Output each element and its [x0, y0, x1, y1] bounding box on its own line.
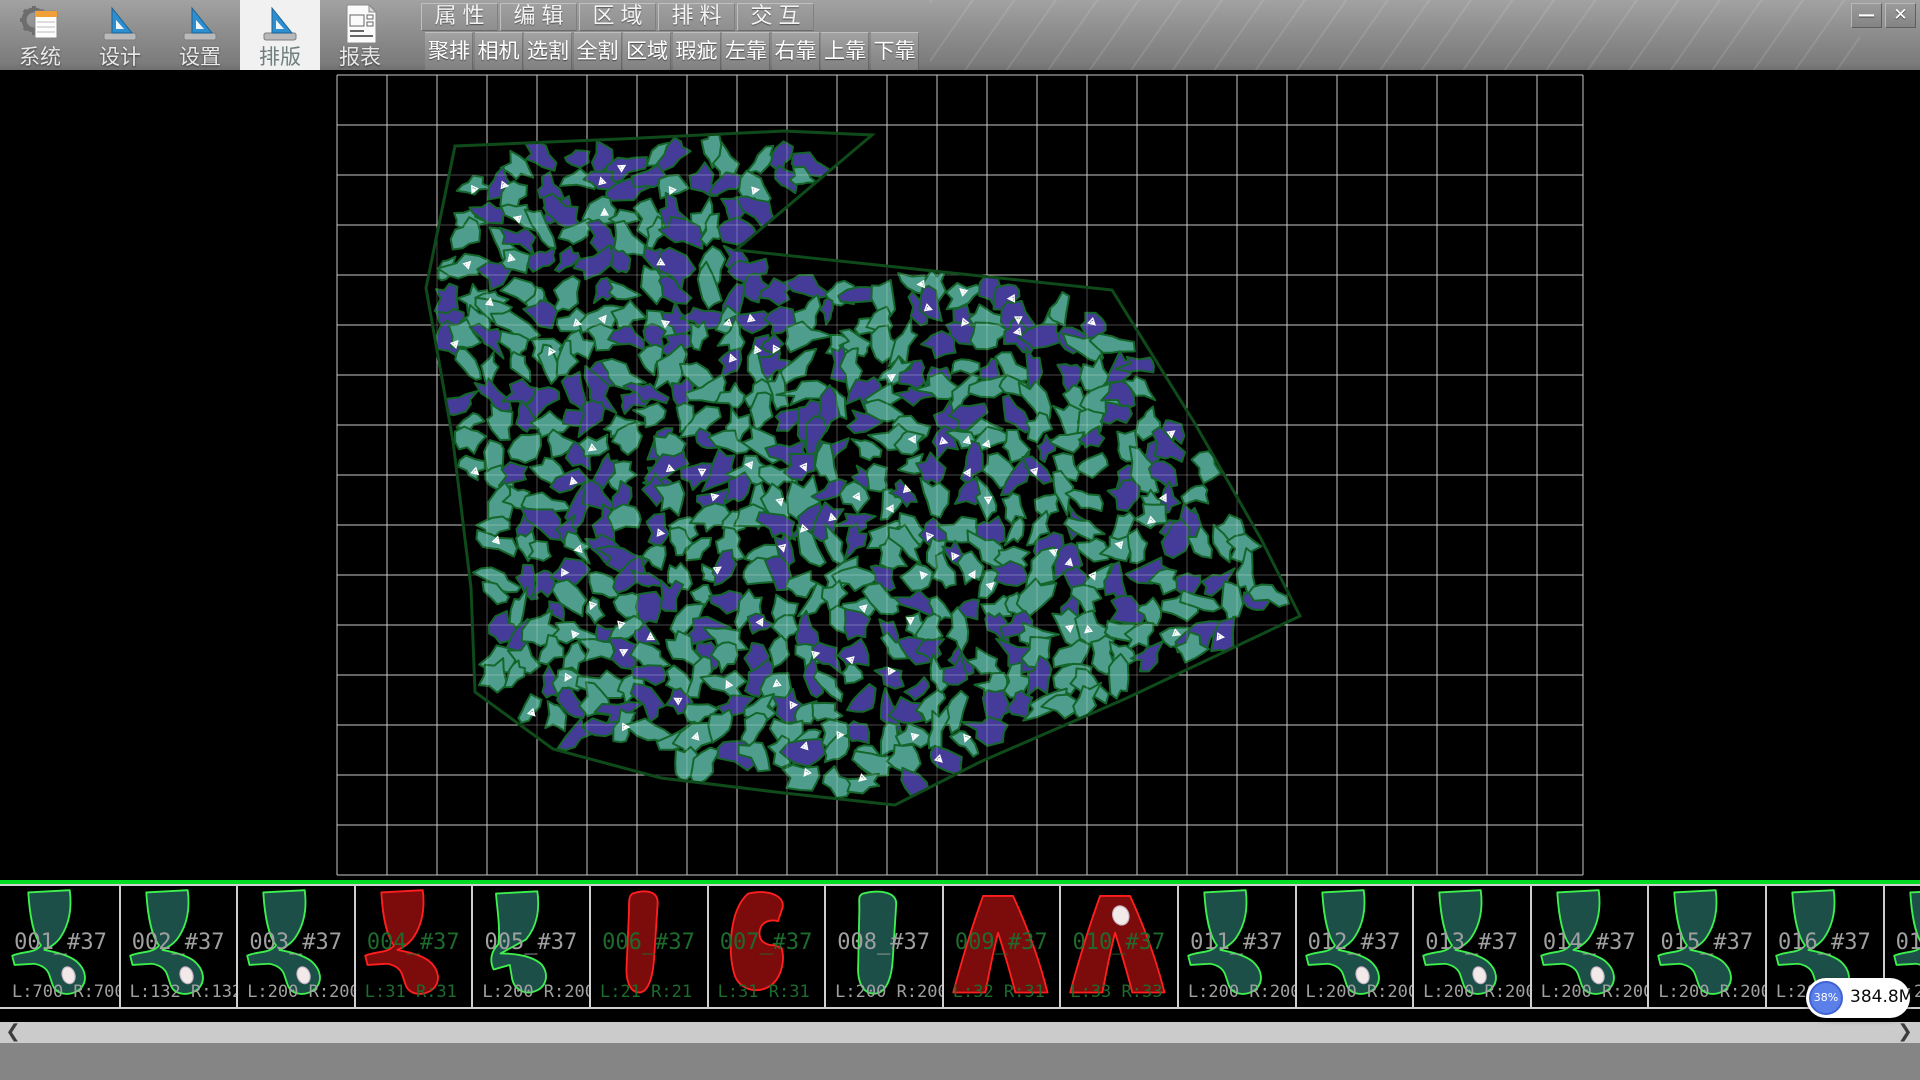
piece-id-label: 002_#37	[121, 930, 236, 955]
tool-cut-all[interactable]: 全割	[574, 32, 622, 70]
tool-button-row: 聚排相机选割全割区域瑕疵左靠右靠上靠下靠	[425, 32, 920, 70]
big-button-label: 系统	[19, 46, 61, 68]
big-button-report[interactable]: 报表	[320, 0, 400, 70]
memory-percent-indicator: 38%	[1809, 981, 1843, 1015]
piece-lr-count: L:200 R:200	[835, 982, 944, 1002]
piece-lr-count: L:32 R:31	[953, 982, 1045, 1002]
minimize-button[interactable]: —	[1851, 3, 1882, 28]
thumbnail-001_#37[interactable]: 001_#37 L:700 R:700	[3, 886, 121, 1007]
tool-snap-left[interactable]: 左靠	[722, 32, 770, 70]
piece-lr-count: L:31 R:31	[718, 982, 810, 1002]
big-button-layout[interactable]: 排版	[240, 0, 320, 70]
piece-lr-count: L:200 R:200	[1306, 982, 1415, 1002]
menu-bar: 属性编辑区域排料交互	[421, 3, 816, 31]
piece-lr-count: L:200 R:200	[1541, 982, 1650, 1002]
piece-id-label: 003_#37	[238, 930, 353, 955]
menu-region[interactable]: 区域	[579, 3, 656, 31]
big-button-label: 排版	[259, 46, 301, 68]
piece-id-label: 007_#37	[709, 930, 824, 955]
thumbnail-009_#37[interactable]: 009_#37 L:32 R:31	[944, 886, 1062, 1007]
scroll-right-arrow-icon[interactable]: ❯	[1894, 1022, 1916, 1043]
tool-snap-bottom[interactable]: 下靠	[871, 32, 919, 70]
nesting-canvas[interactable]	[0, 70, 1920, 880]
nesting-app-window: { "window": { "controls": [ {"name": "mi…	[0, 0, 1920, 1080]
menu-interact[interactable]: 交互	[737, 3, 814, 31]
big-button-label: 设计	[99, 46, 141, 68]
piece-id-label: 014_#37	[1532, 930, 1647, 955]
piece-lr-count: L:31 R:31	[365, 982, 457, 1002]
tool-cluster-nest[interactable]: 聚排	[425, 32, 473, 70]
piece-id-label: 012_#37	[1297, 930, 1412, 955]
menu-properties[interactable]: 属性	[421, 3, 498, 31]
main-toolbar: 系统设计设置排版报表 属性编辑区域排料交互 聚排相机选割全割区域瑕疵左靠右靠上靠…	[0, 0, 1920, 71]
scroll-left-arrow-icon[interactable]: ❮	[2, 1022, 24, 1043]
tool-camera[interactable]: 相机	[475, 32, 523, 70]
piece-id-label: 010_#37	[1061, 930, 1176, 955]
piece-id-label: 008_#37	[826, 930, 941, 955]
report-icon	[338, 2, 382, 46]
thumbnail-015_#37[interactable]: 015_#37 L:200 R:200	[1649, 886, 1767, 1007]
horizontal-scrollbar[interactable]: ❮ ❯	[0, 1022, 1920, 1043]
nesting-canvas-svg	[0, 70, 1920, 880]
thumbnail-list: 001_#37L:700 R:700002_#37L:132 R:132003_…	[0, 884, 1920, 1009]
piece-lr-count: L:200 R:200	[1188, 982, 1297, 1002]
ruler-icon	[98, 2, 142, 46]
big-button-system[interactable]: 系统	[0, 0, 80, 70]
tool-snap-right[interactable]: 右靠	[772, 32, 820, 70]
piece-id-label: 005_#37	[473, 930, 588, 955]
piece-lr-count: L:200 R:200	[1423, 982, 1532, 1002]
ruler-icon	[178, 2, 222, 46]
thumbnail-010_#37[interactable]: 010_#37 L:33 R:33	[1061, 886, 1179, 1007]
thumbnail-003_#37[interactable]: 003_#37 L:200 R:200	[238, 886, 356, 1007]
piece-id-label: 006_#37	[591, 930, 706, 955]
piece-id-label: 013_#37	[1414, 930, 1529, 955]
tool-zone[interactable]: 区域	[623, 32, 671, 70]
thumbnail-012_#37[interactable]: 012_#37 L:200 R:200	[1297, 886, 1415, 1007]
thumbnail-005_#37[interactable]: 005_#37 L:200 R:200	[473, 886, 591, 1007]
piece-lr-count: L:700 R:700	[12, 982, 121, 1002]
thumbnail-008_#37[interactable]: 008_#37 L:200 R:200	[826, 886, 944, 1007]
thumbnail-002_#37[interactable]: 002_#37 L:132 R:132	[121, 886, 239, 1007]
big-button-design[interactable]: 设计	[80, 0, 160, 70]
system-icon	[18, 2, 62, 46]
thumbnail-007_#37[interactable]: 007_#37 L:31 R:31	[709, 886, 827, 1007]
close-button[interactable]: ✕	[1885, 3, 1916, 28]
tool-snap-top[interactable]: 上靠	[821, 32, 869, 70]
memory-usage-badge: 38% 384.8M	[1806, 978, 1910, 1018]
piece-lr-count: L:33 R:33	[1070, 982, 1162, 1002]
mode-button-group: 系统 设计 设置 排版 报表	[0, 0, 400, 70]
piece-id-label: 011_#37	[1179, 930, 1294, 955]
piece-lr-count: L:200 R:200	[1658, 982, 1767, 1002]
big-button-label: 报表	[339, 46, 381, 68]
tool-defect[interactable]: 瑕疵	[673, 32, 721, 70]
toolbar-streak-pattern	[930, 0, 1860, 70]
menu-edit[interactable]: 编辑	[500, 3, 577, 31]
big-button-settings[interactable]: 设置	[160, 0, 240, 70]
piece-thumbnail-strip: 001_#37L:700 R:700002_#37L:132 R:132003_…	[0, 880, 1920, 1022]
piece-lr-count: L:200 R:200	[482, 982, 591, 1002]
piece-id-label: 004_#37	[356, 930, 471, 955]
menu-nesting[interactable]: 排料	[658, 3, 735, 31]
ruler-icon	[258, 2, 302, 46]
thumbnail-011_#37[interactable]: 011_#37 L:200 R:200	[1179, 886, 1297, 1007]
piece-id-label: 001_#37	[3, 930, 118, 955]
thumbnail-006_#37[interactable]: 006_#37 L:21 R:21	[591, 886, 709, 1007]
big-button-label: 设置	[179, 46, 221, 68]
piece-id-label: 009_#37	[944, 930, 1059, 955]
thumbnail-014_#37[interactable]: 014_#37 L:200 R:200	[1532, 886, 1650, 1007]
thumbnail-004_#37[interactable]: 004_#37 L:31 R:31	[356, 886, 474, 1007]
memory-size-label: 384.8M	[1850, 987, 1913, 1007]
status-bar	[0, 1043, 1920, 1080]
piece-lr-count: L:132 R:132	[130, 982, 239, 1002]
window-controls: —✕	[1848, 3, 1916, 28]
tool-select-cut[interactable]: 选割	[524, 32, 572, 70]
piece-id-label: 015_#37	[1649, 930, 1764, 955]
piece-lr-count: L:21 R:21	[600, 982, 692, 1002]
piece-id-label: 017_#37	[1885, 930, 1920, 955]
piece-lr-count: L:200 R:200	[247, 982, 356, 1002]
thumbnail-013_#37[interactable]: 013_#37 L:200 R:200	[1414, 886, 1532, 1007]
piece-id-label: 016_#37	[1767, 930, 1882, 955]
